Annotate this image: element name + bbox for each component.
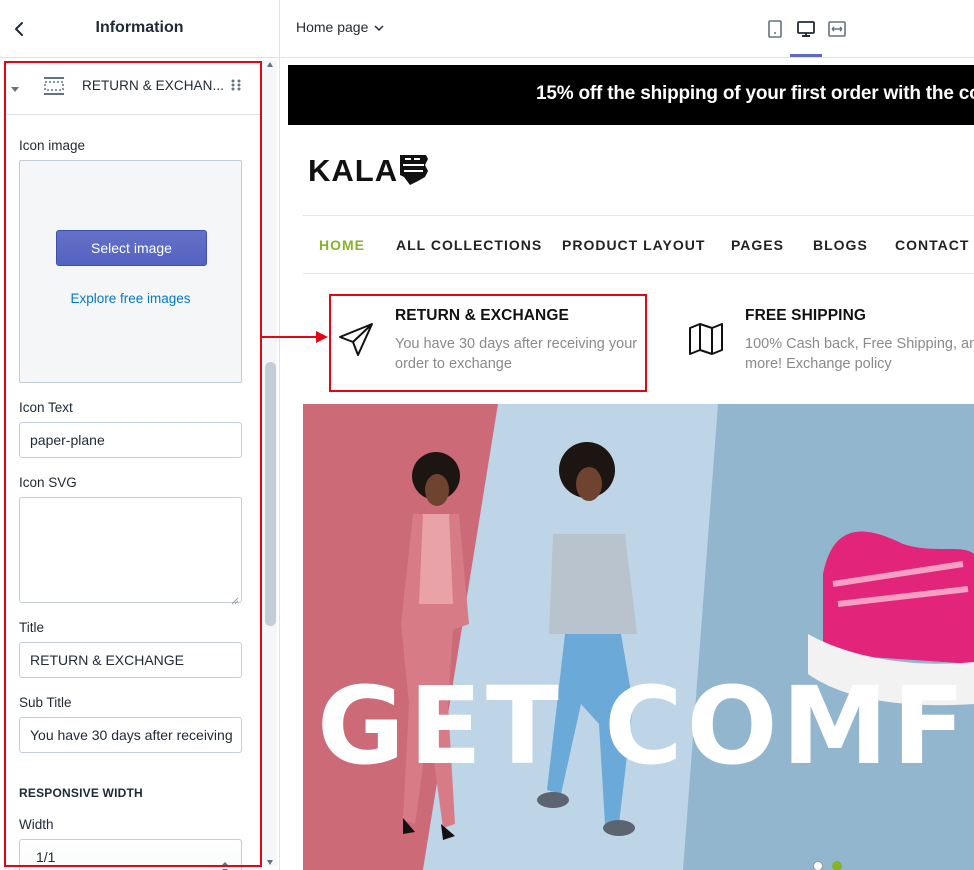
page-selector[interactable]: Home page	[296, 19, 384, 35]
resize-grip-icon[interactable]	[231, 592, 239, 605]
width-label: Width	[19, 817, 54, 832]
slider-dot-1[interactable]	[813, 861, 823, 870]
nav-product-layout[interactable]: PRODUCT LAYOUT	[562, 237, 705, 253]
icon-text-label: Icon Text	[19, 400, 73, 415]
page-selector-label: Home page	[296, 19, 369, 35]
logo-badge-icon	[400, 155, 428, 185]
announcement-text: 15% off the shipping of your first order…	[536, 83, 974, 104]
hero-headline: GET COMFOR	[317, 665, 974, 789]
responsive-width-heading: RESPONSIVE WIDTH	[19, 786, 143, 800]
scroll-down-icon[interactable]	[267, 860, 273, 865]
nav-contact[interactable]: CONTACT	[895, 237, 969, 253]
feature-title: RETURN & EXCHANGE	[395, 307, 569, 324]
chevron-left-icon[interactable]	[8, 17, 32, 41]
hero-slideshow[interactable]: GET COMFOR	[303, 404, 974, 870]
nav-divider-bottom	[303, 273, 974, 274]
nav-blogs[interactable]: BLOGS	[813, 237, 868, 253]
editor-sidebar: Information RETURN & EXCHAN... Icon imag…	[0, 0, 280, 870]
top-toolbar: Home page	[281, 0, 974, 58]
block-label: RETURN & EXCHAN...	[82, 78, 225, 93]
icon-image-label: Icon image	[19, 138, 86, 153]
title-label: Title	[19, 620, 45, 635]
nav-home[interactable]: HOME	[319, 237, 365, 253]
nav-all-collections[interactable]: ALL COLLECTIONS	[396, 237, 542, 253]
store-logo[interactable]: KALA	[308, 151, 433, 191]
feature-subtitle: You have 30 days after receiving your or…	[395, 336, 638, 372]
section-block-icon	[42, 75, 66, 97]
feature-free-shipping: FREE SHIPPING 100% Cash back, Free Shipp…	[679, 294, 974, 391]
map-icon	[687, 320, 725, 358]
block-header[interactable]: RETURN & EXCHAN...	[6, 63, 260, 115]
fullscreen-icon[interactable]	[826, 18, 848, 40]
select-image-button[interactable]: Select image	[56, 230, 207, 266]
sub-title-label: Sub Title	[19, 695, 72, 710]
desktop-icon[interactable]	[795, 18, 817, 40]
sidebar-header: Information	[0, 0, 279, 58]
sidebar-title: Information	[95, 19, 184, 36]
feature-return-exchange: RETURN & EXCHANGE You have 30 days after…	[329, 294, 647, 391]
theme-editor: Information RETURN & EXCHAN... Icon imag…	[0, 0, 974, 870]
feature-title: FREE SHIPPING	[745, 307, 867, 324]
select-arrows-icon	[221, 851, 229, 870]
drag-handle-icon[interactable]	[230, 78, 242, 92]
feature-subtitle: 100% Cash back, Free Shipping, and more!…	[745, 336, 974, 372]
sub-title-input[interactable]: You have 30 days after receiving	[19, 717, 242, 753]
nav-pages[interactable]: PAGES	[731, 237, 784, 253]
slider-dot-2[interactable]	[832, 861, 842, 870]
width-select-value: 1/1	[36, 849, 56, 865]
explore-free-images-link[interactable]: Explore free images	[20, 291, 241, 306]
title-input[interactable]: RETURN & EXCHANGE	[19, 642, 242, 678]
icon-svg-label: Icon SVG	[19, 475, 77, 490]
hero-image	[303, 404, 974, 870]
caret-down-icon[interactable]	[10, 81, 20, 92]
logo-text: KALA	[308, 153, 398, 188]
scroll-up-icon[interactable]	[267, 62, 273, 67]
mobile-icon[interactable]	[764, 18, 786, 40]
paper-plane-icon	[337, 320, 375, 358]
scrollbar-thumb[interactable]	[265, 362, 276, 626]
announcement-bar: 15% off the shipping of your first order…	[288, 65, 974, 125]
icon-svg-textarea[interactable]	[19, 497, 242, 605]
active-device-indicator	[790, 54, 822, 57]
nav-divider-top	[303, 215, 974, 216]
width-select[interactable]: 1/1	[19, 839, 242, 870]
icon-text-input[interactable]: paper-plane	[19, 422, 242, 458]
image-picker[interactable]: Select image Explore free images	[19, 160, 242, 383]
chevron-down-icon	[374, 25, 384, 32]
storefront-preview: 15% off the shipping of your first order…	[288, 65, 974, 870]
